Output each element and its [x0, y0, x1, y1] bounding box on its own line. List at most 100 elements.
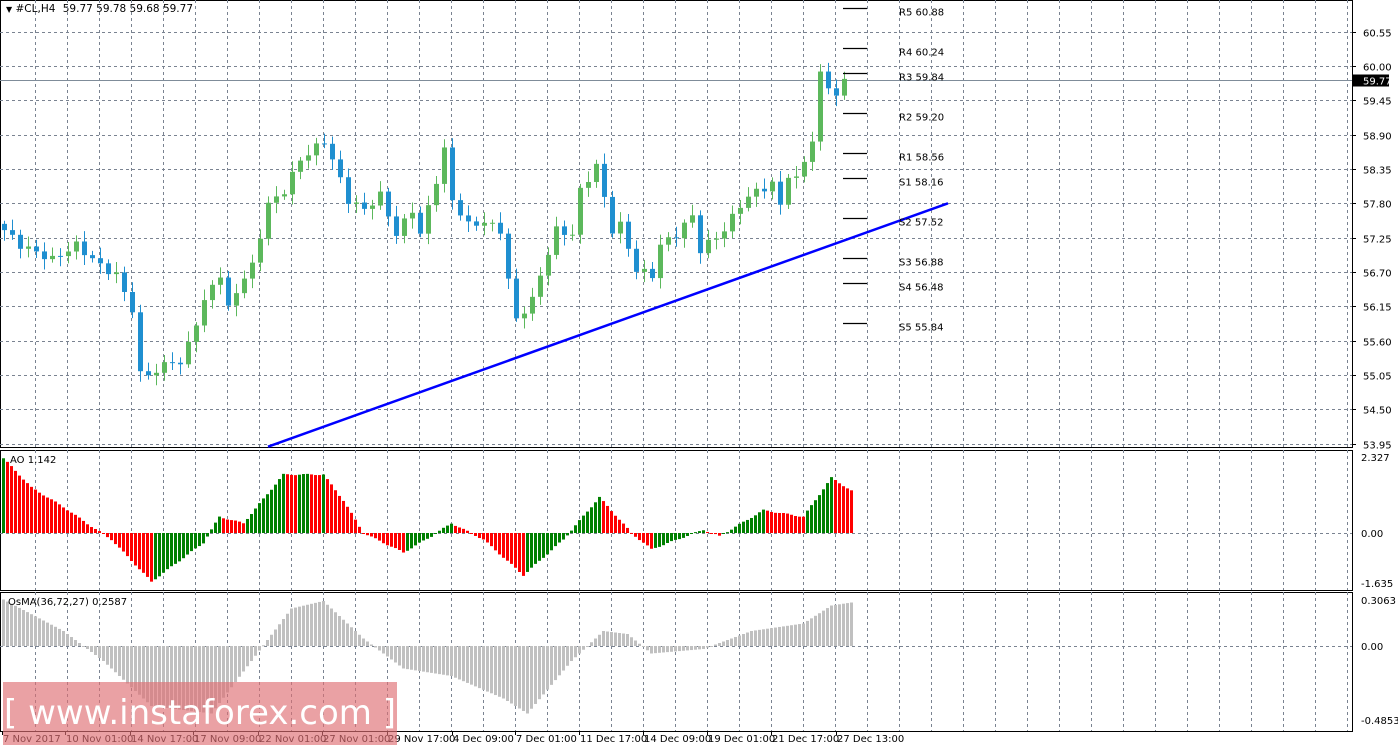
ao-bar: [238, 521, 241, 533]
ao-bar: [850, 490, 853, 533]
osma-bar: [426, 646, 429, 673]
ao-bar: [26, 483, 29, 533]
candle-body: [154, 372, 159, 376]
candle-body: [106, 263, 111, 275]
osma-bar: [666, 646, 669, 653]
ao-bar: [126, 533, 129, 557]
osma-bar: [758, 629, 761, 646]
ao-bar: [482, 533, 485, 540]
ao-tick-label: 2.327: [1361, 453, 1390, 464]
osma-bar: [290, 608, 293, 646]
ao-bar: [562, 533, 565, 540]
ao-bar: [110, 533, 113, 541]
ao-bar: [170, 533, 173, 567]
osma-bar: [778, 626, 781, 646]
candle-body: [514, 278, 519, 319]
ao-bar: [570, 530, 573, 533]
candle-body: [242, 278, 247, 294]
osma-bar: [246, 646, 249, 667]
osma-bar: [122, 646, 125, 680]
ao-bar: [798, 516, 801, 533]
ao-bar: [362, 533, 365, 534]
x-tick-label: 21 Dec 17:00: [772, 734, 839, 745]
candle-body: [130, 291, 135, 313]
osma-bar: [766, 628, 769, 646]
ao-bar: [30, 486, 33, 533]
candle-body: [458, 200, 463, 216]
ao-bar: [646, 533, 649, 546]
ao-bar: [142, 533, 145, 573]
ao-bar: [262, 498, 265, 533]
osma-bar: [574, 646, 577, 658]
osma-bar: [310, 603, 313, 646]
candle-body: [466, 215, 471, 222]
ao-bar: [794, 516, 797, 533]
candle-body: [594, 163, 599, 183]
ao-bar: [442, 527, 445, 533]
trendline[interactable]: [267, 202, 949, 448]
ao-bar: [138, 533, 141, 570]
osma-bar: [586, 646, 589, 647]
candle-body: [570, 234, 575, 236]
ao-bar: [838, 483, 841, 533]
candle-body: [138, 312, 143, 372]
trading-chart[interactable]: 60.55 60.00 59.45 58.90 58.35 57.80 57.25 56.70…: [0, 0, 1398, 750]
osma-bar: [570, 646, 573, 661]
osma-bar: [370, 644, 373, 646]
osma-bar: [254, 646, 257, 656]
candle-body: [234, 293, 239, 306]
ao-bar: [822, 489, 825, 533]
ao-bar: [830, 477, 833, 533]
osma-tick-label: -0.4853: [1361, 716, 1398, 727]
candle-body: [618, 221, 623, 234]
ao-bar: [678, 533, 681, 540]
osma-bar: [58, 628, 61, 646]
candle-body: [482, 222, 487, 226]
osma-bar: [770, 628, 773, 646]
osma-bar: [494, 646, 497, 696]
ao-bar: [114, 533, 117, 545]
osma-bar: [334, 612, 337, 646]
osma-bar: [614, 632, 617, 646]
ao-bar: [326, 479, 329, 533]
ao-bar: [770, 511, 773, 533]
candle-body: [706, 239, 711, 254]
ao-bar: [206, 533, 209, 537]
candle-body: [282, 194, 287, 197]
candle-body: [170, 362, 175, 364]
osma-bar: [282, 619, 285, 646]
osma-bar: [514, 646, 517, 706]
ao-bar: [446, 525, 449, 533]
osma-bar: [518, 646, 521, 709]
pivot-label: S3 56.88: [899, 258, 944, 269]
ao-bar: [158, 533, 161, 577]
candle-body: [586, 182, 591, 188]
ao-bar: [82, 520, 85, 533]
osma-bar: [746, 632, 749, 646]
osma-bar: [794, 624, 797, 646]
ao-bar: [54, 501, 57, 533]
ao-bar: [306, 473, 309, 533]
osma-tick-label: 0.00: [1361, 642, 1383, 653]
ao-bar: [742, 521, 745, 533]
ao-bar: [230, 520, 233, 533]
osma-bar: [542, 646, 545, 695]
osma-bar: [630, 637, 633, 646]
ao-bar: [222, 518, 225, 533]
candle-body: [266, 202, 271, 239]
candle-body: [610, 196, 615, 234]
ao-bar: [106, 533, 109, 538]
ao-bar: [150, 533, 153, 582]
osma-bar: [714, 644, 717, 646]
candle-body: [322, 143, 327, 145]
osma-bar: [302, 605, 305, 646]
ao-bar: [334, 490, 337, 533]
ao-bar: [474, 533, 477, 536]
x-tick-label: 19 Dec 01:00: [708, 734, 775, 745]
candle-body: [666, 237, 671, 245]
osma-bar: [10, 603, 13, 646]
ao-bar: [34, 489, 37, 533]
osma-bar: [834, 604, 837, 646]
candle-body: [66, 251, 71, 257]
ao-bar: [574, 525, 577, 533]
